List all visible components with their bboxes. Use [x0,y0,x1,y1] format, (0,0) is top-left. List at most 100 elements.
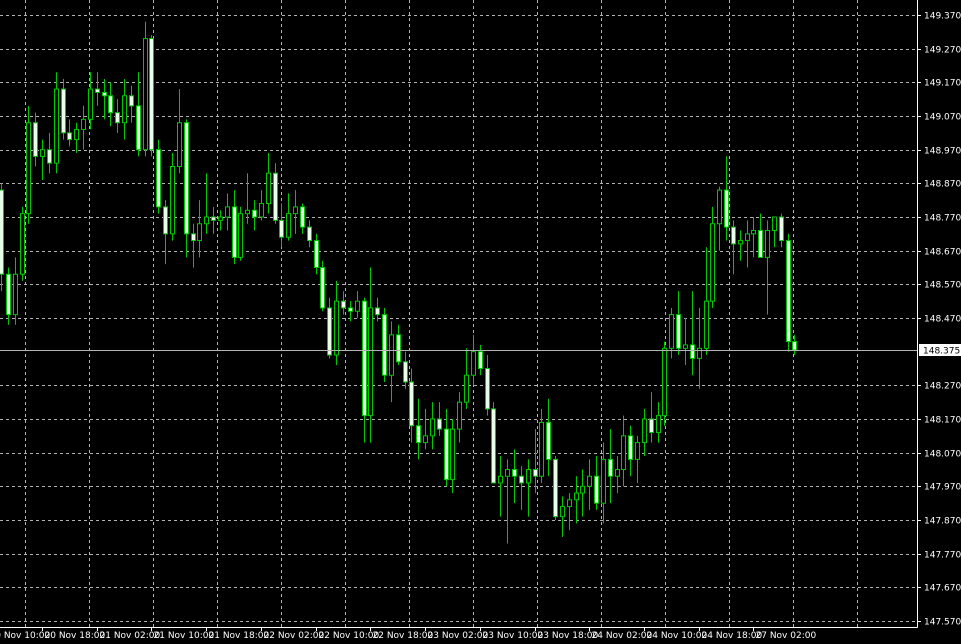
candle-body-bull [526,469,531,484]
y-tick-label: 149.370 [924,12,961,22]
candle [662,341,667,426]
y-tick-label: 148.570 [924,281,961,291]
y-tick-label: 148.870 [924,180,961,190]
x-tick-label: 22 Nov 18:00 [373,631,434,641]
candle-body-bear [327,307,332,356]
candle-body-bull [266,172,271,205]
candle [553,456,558,520]
current-price-label: 148.375 [923,347,960,357]
candle-body-bear [67,132,72,141]
candle-body-bear [191,233,196,242]
candle [20,206,25,281]
candle-body-bull [662,347,667,417]
candle-body-bear [184,122,189,235]
candle [26,105,31,224]
candle-body-bear [47,149,52,164]
candle-body-bear [553,458,558,518]
x-tick-label: 27 Nov 02:00 [756,631,817,641]
candle-body-bear [546,421,551,460]
candle-body-bear [6,273,11,316]
candle-body-bull [539,421,544,477]
y-tick-label: 148.270 [924,382,961,392]
candle [382,307,387,382]
candle-body-bull [621,435,626,471]
y-tick-label: 147.570 [924,618,961,628]
candle-body-bull [355,300,360,312]
candle-body-bear [320,267,325,309]
candle-body-bull [642,418,647,444]
candle-body-bull [197,223,202,242]
candle [491,402,496,484]
chart-canvas: 149.370 149.270 149.170 149.070 148.970 148.8… [0,0,961,644]
candle [238,206,243,261]
y-tick-label: 147.870 [924,517,961,527]
x-tick-label: 23 Nov 02:00 [428,631,489,641]
candle-body-bull [587,475,592,487]
candle-body-bear [792,341,797,351]
candle [786,233,791,352]
y-tick-label: 148.170 [924,416,961,426]
candle-body-bull [238,213,243,258]
y-tick-label: 148.970 [924,147,961,157]
candle-body-bear [608,458,613,477]
candle-body-bull [560,506,565,518]
candle [143,21,148,157]
candle-body-bear [724,189,729,228]
candle-body-bull [293,206,298,215]
candle-body-bull [286,213,291,238]
candle-body-bear [731,226,736,245]
candle-body-bull [738,240,743,245]
candle [156,139,161,214]
candle-body-bear [512,469,517,477]
candle-body-bear [594,475,599,504]
candle-body-bear [478,351,483,369]
y-tick-label: 149.170 [924,79,961,89]
candle-body-bull [368,307,373,417]
candle-body-bear [416,425,421,444]
candle-body-bear [409,381,414,427]
x-tick-label: 21 Nov 10:00 [154,631,215,641]
candle-body-bull [615,469,620,477]
candle-body-bear [485,368,490,410]
candle-body-bull [218,216,223,221]
candle-body-bear [95,88,100,93]
candle-body-bear [108,95,113,114]
candle [149,35,154,157]
candlestick-chart: 149.370 149.270 149.170 149.070 148.970 148.8… [0,0,961,644]
y-tick-label: 149.070 [924,113,961,123]
y-tick-label: 148.770 [924,214,961,224]
y-tick-label: 147.670 [924,584,961,594]
x-tick-label: 20 Nov 18:00 [45,631,106,641]
candle-body-bear [382,314,387,376]
candle-body-bull [704,300,709,349]
candle-body-bull [245,209,250,215]
x-tick-label: 21 Nov 18:00 [209,631,270,641]
candle-body-bull [717,189,722,225]
candle-body-bull [745,233,750,242]
x-tick-label: 24 Nov 02:00 [592,631,653,641]
x-tick-label: 22 Nov 10:00 [319,631,380,641]
candle-body-bull [697,347,702,359]
candle-body-bear [519,475,524,484]
candle-body-bull [567,499,572,508]
x-tick-label: 21 Nov 02:00 [100,631,161,641]
candle-body-bear [341,300,346,309]
candle-body-bull [40,149,45,157]
candle-body-bull [122,95,127,124]
candle-body-bull [204,216,209,225]
candle-body-bull [498,475,503,484]
y-tick-label: 147.970 [924,483,961,493]
candle-body-bear [649,418,654,433]
candle-body-bear [61,88,66,134]
candle-body-bull [601,458,606,504]
candle-body-bull [74,128,79,141]
y-tick-label: 148.670 [924,248,961,258]
candle-body-bear [396,334,401,363]
candle-body-bull [580,485,585,494]
candle-body-bull [26,122,31,215]
x-tick-label: 24 Nov 10:00 [647,631,708,641]
candle-body-bear [232,206,237,258]
x-tick-label: 20 Nov 10:00 [0,631,50,641]
candle-body-bear [102,91,107,97]
candle-body-bull [389,334,394,376]
